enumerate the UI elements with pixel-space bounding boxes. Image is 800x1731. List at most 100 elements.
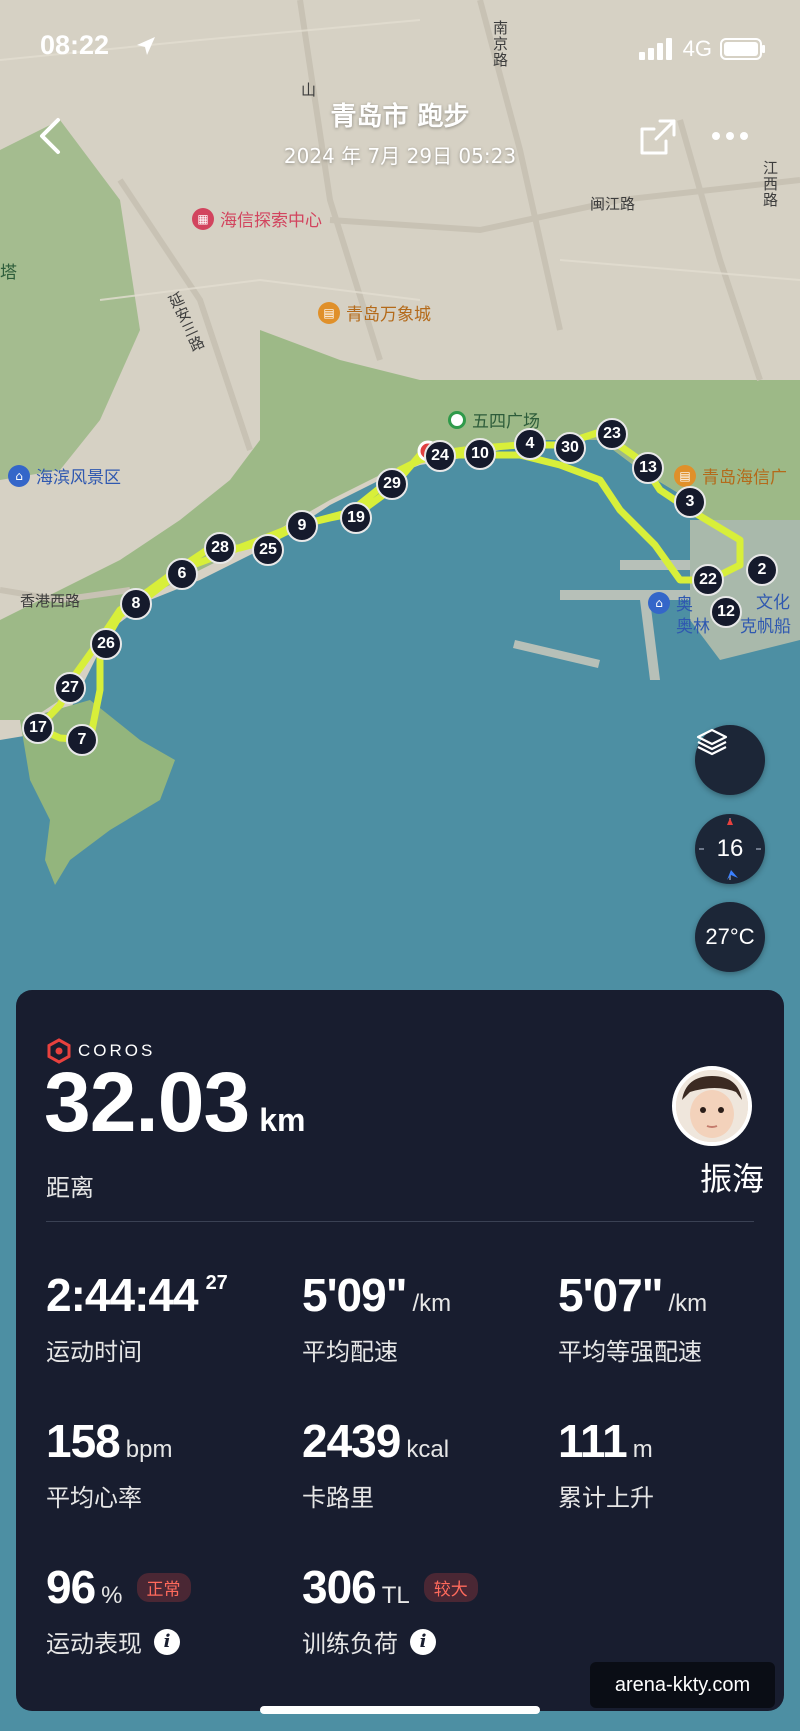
stat-avg-pace: 5'09" /km 平均配速 (302, 1272, 451, 1367)
km-marker[interactable]: 30 (554, 432, 586, 464)
temperature-value: 27°C (705, 924, 755, 949)
stat-value: 111 (558, 1415, 628, 1467)
stat-unit: bpm (125, 1436, 173, 1463)
poi-label: 青岛海信广 (702, 468, 787, 488)
km-marker[interactable]: 27 (54, 672, 86, 704)
km-marker[interactable]: 25 (252, 534, 284, 566)
battery-icon (720, 38, 765, 60)
stat-total-ascent: 111 m 累计上升 (558, 1418, 654, 1513)
poi-seaside[interactable]: ⌂ 海滨风景区 (8, 463, 121, 488)
stat-label: 运动表现 (46, 1630, 142, 1658)
stat-grade-adjusted-pace: 5'07" /km 平均等强配速 (558, 1272, 707, 1367)
page-title: 青岛市 跑步 (330, 102, 470, 132)
km-marker[interactable]: 8 (120, 588, 152, 620)
km-marker[interactable]: 13 (632, 452, 664, 484)
km-marker[interactable]: 28 (204, 532, 236, 564)
km-marker[interactable]: 19 (340, 502, 372, 534)
km-marker[interactable]: 23 (596, 418, 628, 450)
km-marker[interactable]: 9 (286, 510, 318, 542)
divider (46, 1221, 754, 1222)
share-icon (640, 119, 676, 155)
compass-icon (699, 818, 761, 880)
layers-button[interactable] (695, 725, 765, 795)
distance-row: 32.03 km (44, 1060, 305, 1144)
km-marker[interactable]: 3 (674, 486, 706, 518)
poi-label: 海信探索中心 (220, 211, 322, 231)
landmark-icon (448, 410, 466, 429)
km-marker[interactable]: 4 (514, 428, 546, 460)
avatar[interactable] (672, 1066, 752, 1146)
more-button[interactable] (706, 118, 754, 154)
stat-value: 158 (46, 1415, 121, 1467)
stat-label: 卡路里 (302, 1484, 374, 1512)
distance-unit: km (259, 1102, 306, 1138)
stat-label: 平均心率 (46, 1484, 142, 1512)
compass-button[interactable]: 16 (695, 814, 765, 884)
stat-unit: TL (381, 1582, 410, 1609)
stat-superscript: 27 (205, 1272, 228, 1294)
layers-icon (696, 728, 728, 756)
km-marker[interactable]: 12 (710, 596, 742, 628)
poi-tower: 塔 (0, 263, 17, 283)
stat-performance: 96 % 正常 运动表现 i (46, 1564, 191, 1659)
page-subtitle: 2024 年 7月 29日 05:23 (283, 144, 517, 168)
stat-label: 平均配速 (302, 1338, 398, 1366)
km-marker[interactable]: 29 (376, 468, 408, 500)
network-type: 4G (682, 36, 712, 61)
weather-button[interactable]: 27°C (695, 902, 765, 972)
more-dots-icon (712, 132, 748, 140)
status-time: 08:22 (40, 30, 110, 60)
museum-icon: ▦ (192, 207, 214, 230)
stat-unit: kcal (406, 1436, 450, 1463)
stat-label: 平均等强配速 (558, 1338, 702, 1366)
status-bar: 08:22 4G (0, 30, 800, 66)
km-marker[interactable]: 7 (66, 724, 98, 756)
stat-value: 306 (302, 1561, 377, 1613)
road-label-minjiang: 闽江路 (590, 195, 636, 213)
home-indicator[interactable] (260, 1706, 540, 1714)
poi-olympic-culture: 文化 (756, 593, 790, 613)
scenic-icon: ⌂ (8, 464, 30, 487)
stat-label-row: 训练负荷 i (302, 1624, 478, 1659)
poi-label: 青岛万象城 (346, 305, 431, 325)
stat-unit: /km (668, 1290, 708, 1317)
activity-summary-card: COROS 32.03 km 距离 振海 2:44:44 27 运动时间 5'0… (16, 990, 784, 1711)
poi-olympic-2: 奥林 (676, 617, 710, 637)
stat-training-load: 306 TL 较大 训练负荷 i (302, 1564, 478, 1659)
mall-icon: ▤ (674, 464, 696, 487)
location-arrow-icon (134, 34, 158, 62)
distance-label: 距离 (46, 1174, 94, 1202)
stat-unit: % (101, 1582, 123, 1609)
avatar-image (676, 1070, 748, 1142)
stat-value: 96 (46, 1561, 96, 1613)
km-marker[interactable]: 2 (746, 554, 778, 586)
km-marker[interactable]: 24 (424, 440, 456, 472)
stat-value: 2:44:44 (46, 1269, 199, 1321)
share-button[interactable] (636, 115, 680, 159)
km-marker[interactable]: 6 (166, 558, 198, 590)
stat-label: 运动时间 (46, 1338, 142, 1366)
poi-mixc[interactable]: ▤ 青岛万象城 (318, 300, 431, 325)
stat-unit: m (632, 1436, 653, 1463)
watermark: arena-kkty.com (590, 1662, 775, 1708)
stat-value: 2439 (302, 1415, 401, 1467)
poi-haixin-explore[interactable]: ▦ 海信探索中心 (192, 206, 322, 231)
info-icon[interactable]: i (410, 1628, 436, 1655)
status-badge: 较大 (423, 1572, 478, 1602)
mall-icon: ▤ (318, 301, 340, 324)
stat-unit: /km (412, 1290, 452, 1317)
km-marker[interactable]: 17 (22, 712, 54, 744)
poi-hisense-plaza[interactable]: ▤ 青岛海信广 (674, 463, 787, 488)
stat-avg-heart-rate: 158 bpm 平均心率 (46, 1418, 172, 1513)
poi-sailing: 克帆船 (740, 617, 791, 637)
info-icon[interactable]: i (154, 1628, 180, 1655)
km-marker[interactable]: 22 (692, 564, 724, 596)
stat-value: 5'09" (302, 1269, 407, 1321)
stat-label: 训练负荷 (302, 1630, 398, 1658)
user-name[interactable]: 振海 (614, 1154, 764, 1200)
km-marker[interactable]: 26 (90, 628, 122, 660)
km-marker[interactable]: 10 (464, 438, 496, 470)
stat-calories: 2439 kcal 卡路里 (302, 1418, 449, 1513)
road-label-hongkong-west: 香港西路 (20, 592, 81, 610)
poi-label: 海滨风景区 (36, 468, 121, 488)
